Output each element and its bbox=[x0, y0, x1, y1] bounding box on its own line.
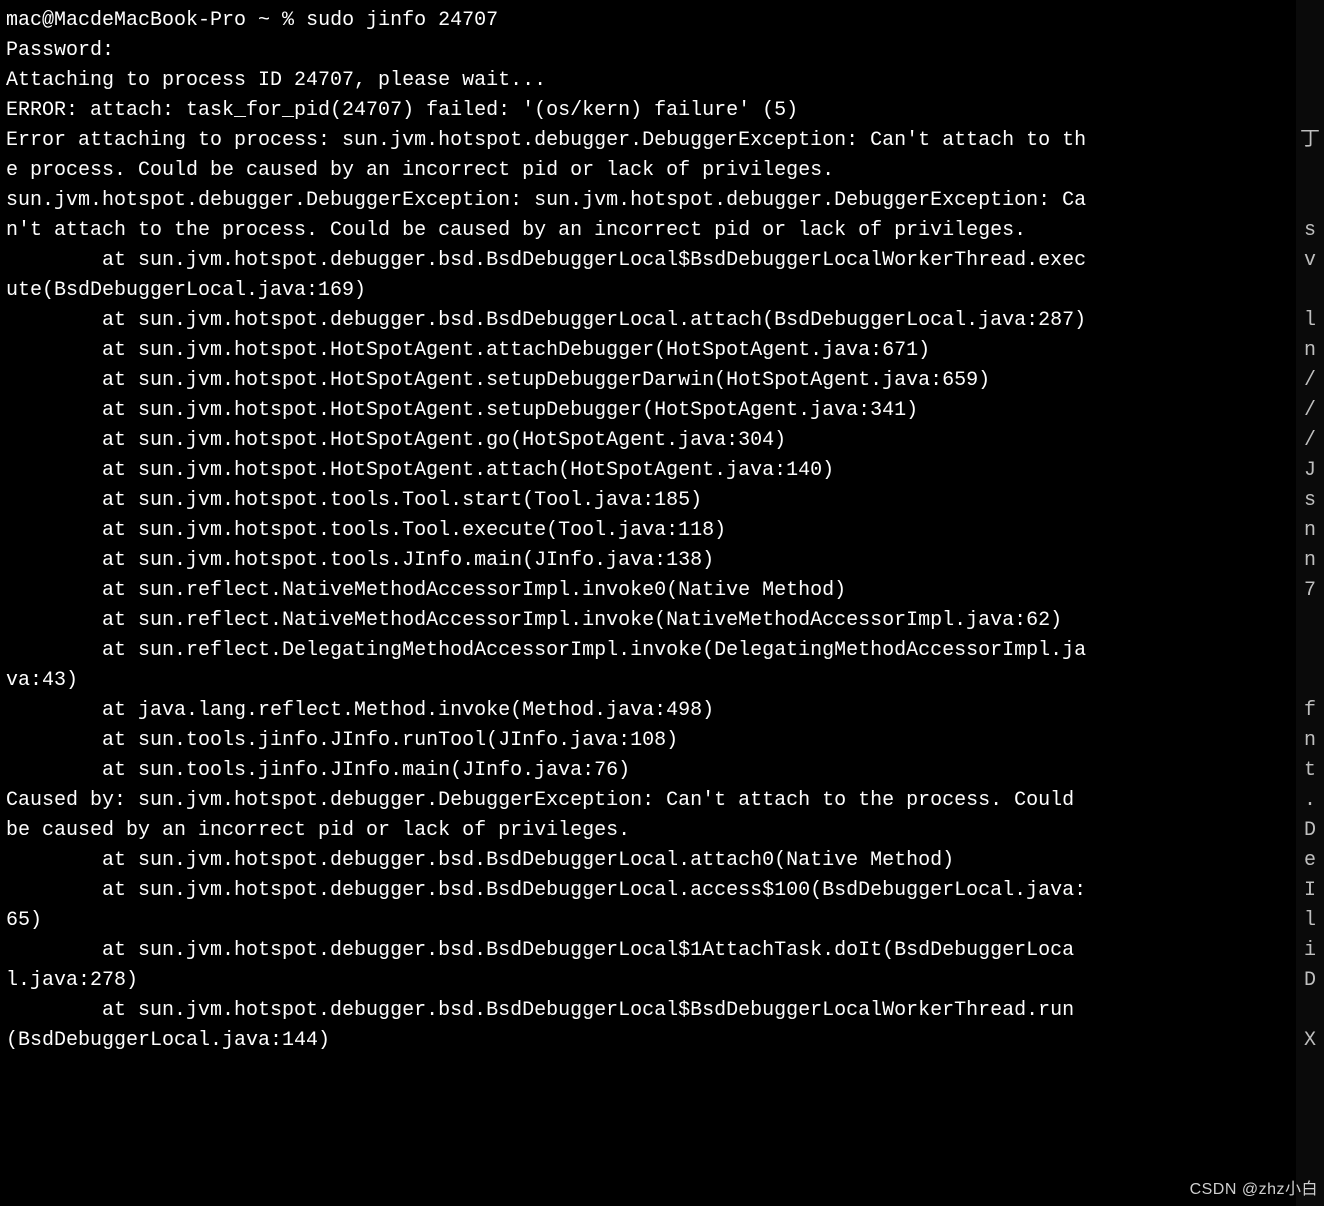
strip-char: D bbox=[1296, 966, 1324, 996]
strip-char: t bbox=[1296, 756, 1324, 786]
strip-char: n bbox=[1296, 336, 1324, 366]
strip-char: . bbox=[1296, 786, 1324, 816]
strip-char: I bbox=[1296, 876, 1324, 906]
adjacent-window-strip: 丁svln///Jsnn7fnt.DeIliDX bbox=[1296, 0, 1324, 1206]
strip-char bbox=[1296, 6, 1324, 36]
strip-char: s bbox=[1296, 216, 1324, 246]
strip-char bbox=[1296, 96, 1324, 126]
strip-char: n bbox=[1296, 546, 1324, 576]
shell-prompt: mac@MacdeMacBook-Pro ~ % bbox=[6, 9, 306, 32]
strip-char: J bbox=[1296, 456, 1324, 486]
strip-char: 丁 bbox=[1296, 126, 1324, 156]
strip-char bbox=[1296, 66, 1324, 96]
strip-char bbox=[1296, 606, 1324, 636]
strip-char bbox=[1296, 186, 1324, 216]
strip-char: / bbox=[1296, 396, 1324, 426]
strip-char bbox=[1296, 276, 1324, 306]
strip-char bbox=[1296, 636, 1324, 666]
strip-char: / bbox=[1296, 426, 1324, 456]
strip-char: l bbox=[1296, 306, 1324, 336]
strip-char: s bbox=[1296, 486, 1324, 516]
strip-char: e bbox=[1296, 846, 1324, 876]
strip-char: 7 bbox=[1296, 576, 1324, 606]
terminal-output[interactable]: mac@MacdeMacBook-Pro ~ % sudo jinfo 2470… bbox=[0, 0, 1092, 1206]
strip-char bbox=[1296, 156, 1324, 186]
terminal-body: Password: Attaching to process ID 24707,… bbox=[6, 39, 1086, 1052]
strip-char: l bbox=[1296, 906, 1324, 936]
strip-char: i bbox=[1296, 936, 1324, 966]
strip-char bbox=[1296, 666, 1324, 696]
strip-char: n bbox=[1296, 726, 1324, 756]
strip-char: v bbox=[1296, 246, 1324, 276]
strip-char bbox=[1296, 996, 1324, 1026]
shell-command: sudo jinfo 24707 bbox=[306, 9, 498, 32]
watermark-text: CSDN @zhz小白 bbox=[1190, 1178, 1318, 1202]
strip-char bbox=[1296, 36, 1324, 66]
strip-char: X bbox=[1296, 1026, 1324, 1056]
strip-char: f bbox=[1296, 696, 1324, 726]
strip-char: D bbox=[1296, 816, 1324, 846]
strip-char: / bbox=[1296, 366, 1324, 396]
strip-char: n bbox=[1296, 516, 1324, 546]
